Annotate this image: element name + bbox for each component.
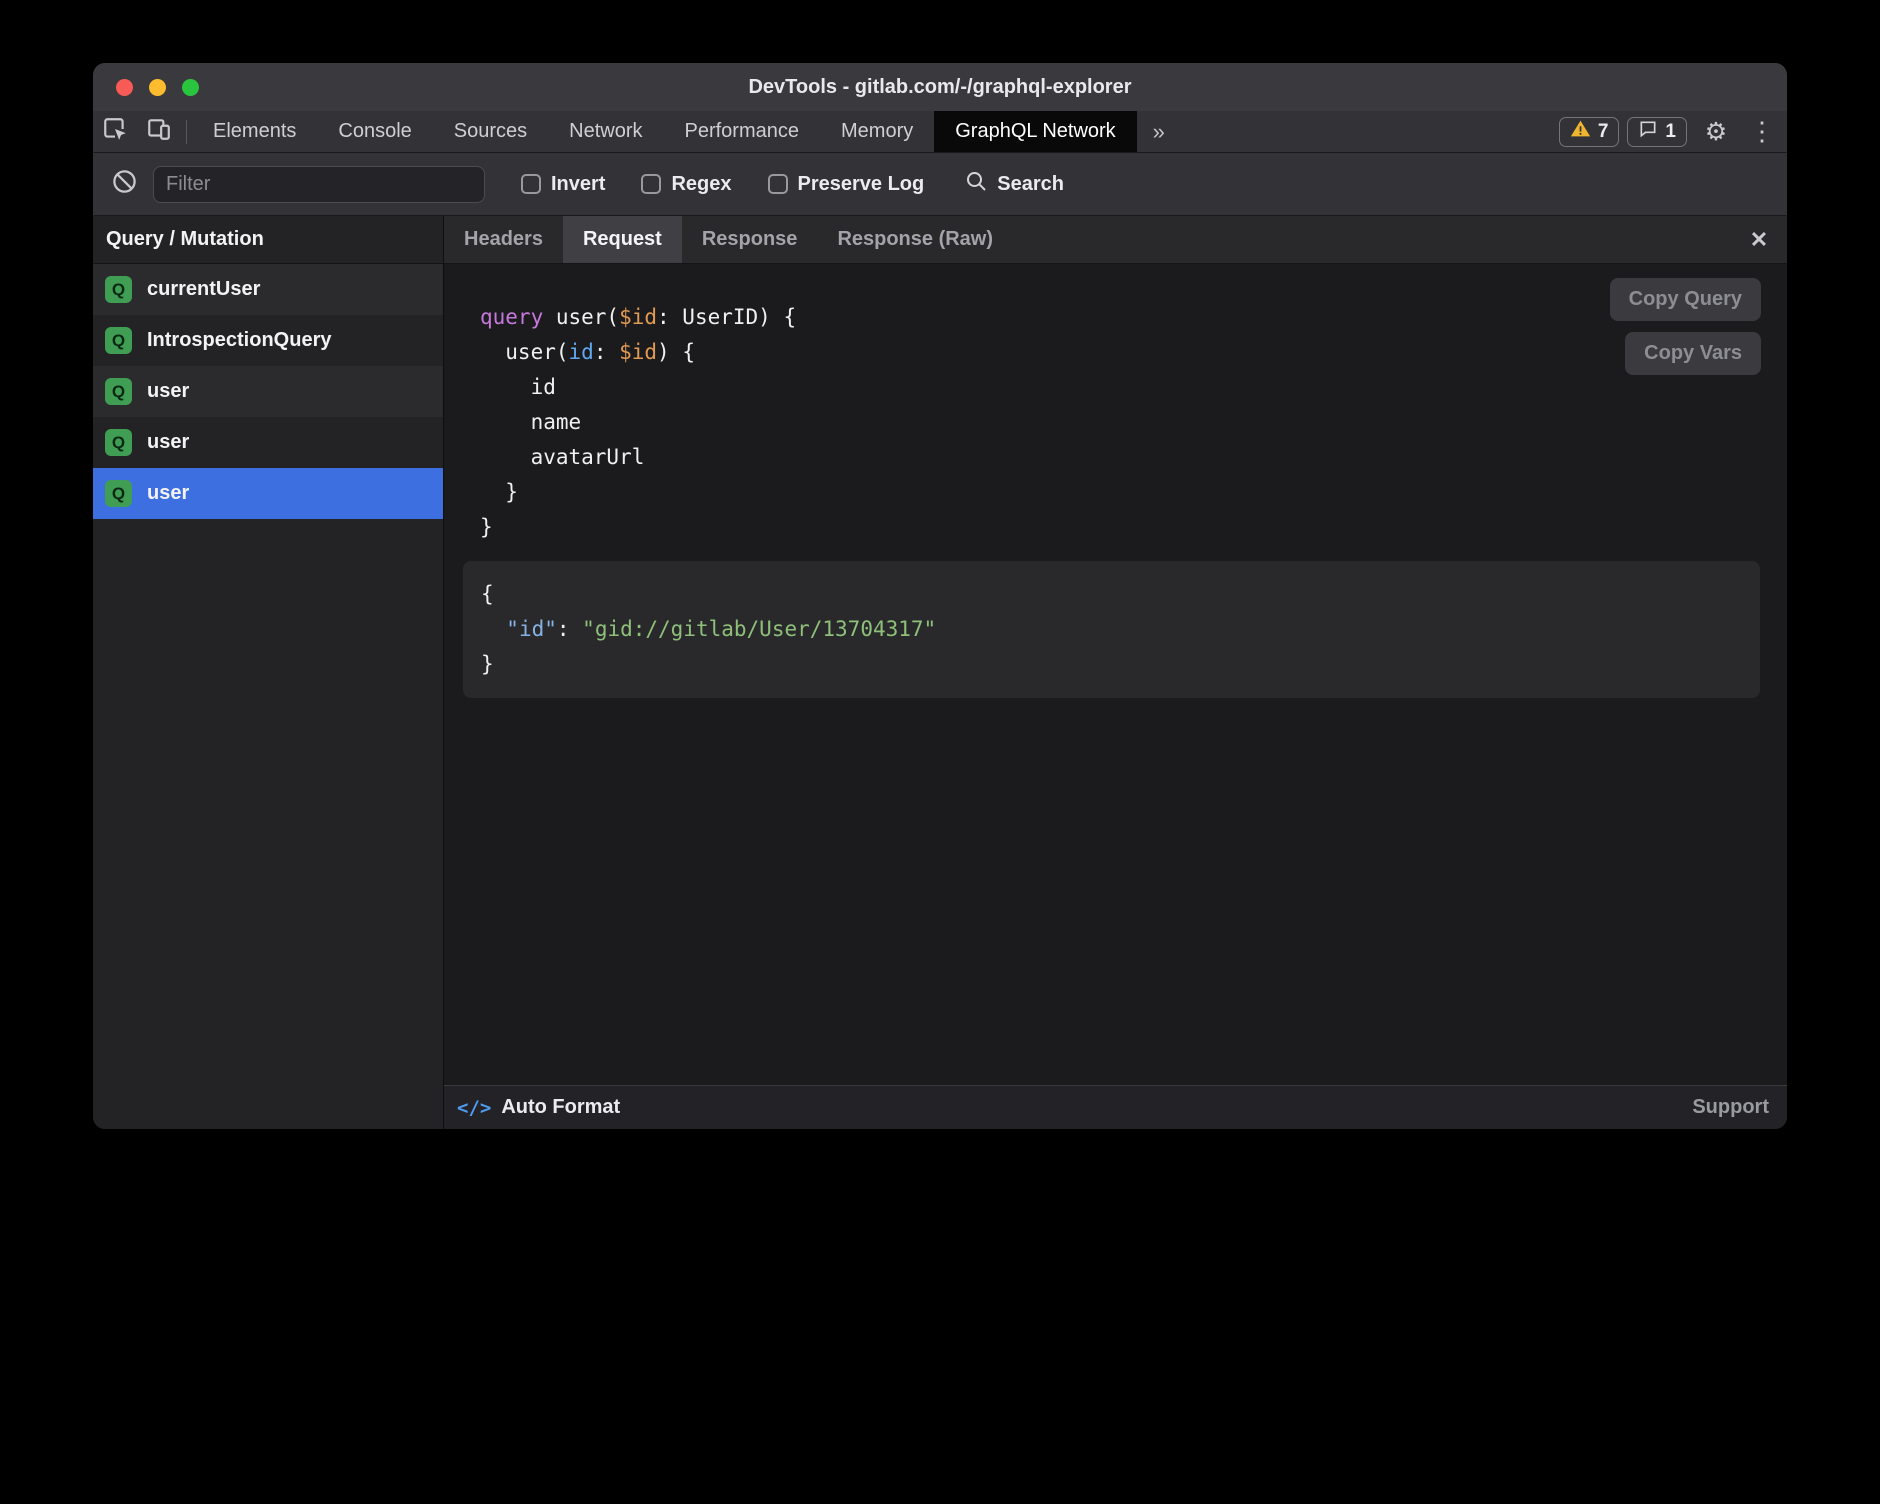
message-count: 1 (1665, 121, 1676, 143)
query-name: currentUser (147, 278, 260, 301)
device-toolbar-icon (146, 116, 172, 148)
detail-panel: HeadersRequestResponseResponse (Raw) ✕ C… (444, 216, 1787, 1129)
support-link[interactable]: Support (1692, 1096, 1769, 1119)
query-type-badge: Q (105, 276, 132, 303)
code-line: id (480, 370, 1760, 405)
query-type-badge: Q (105, 480, 132, 507)
query-type-badge: Q (105, 378, 132, 405)
query-name: user (147, 380, 189, 403)
detail-tab-strip: HeadersRequestResponseResponse (Raw) (444, 216, 1013, 263)
detail-tab-response[interactable]: Response (682, 216, 818, 263)
auto-format-button[interactable]: Auto Format (501, 1096, 620, 1119)
checkbox-box-preserve-log[interactable] (768, 174, 788, 194)
device-toolbar-button[interactable] (137, 111, 181, 152)
window-title: DevTools - gitlab.com/-/graphql-explorer (748, 76, 1131, 99)
query-variables-box: { "id": "gid://gitlab/User/13704317"} (463, 561, 1760, 698)
inspect-cursor-icon (102, 116, 128, 148)
detail-tab-headers[interactable]: Headers (444, 216, 563, 263)
query-name: IntrospectionQuery (147, 329, 331, 352)
query-sidebar: Query / Mutation QcurrentUserQIntrospect… (93, 216, 444, 1129)
list-item-user[interactable]: Quser (93, 417, 443, 468)
menu-button[interactable]: ⋮ (1745, 116, 1779, 147)
content-area: Query / Mutation QcurrentUserQIntrospect… (93, 216, 1787, 1129)
checkbox-box-invert[interactable] (521, 174, 541, 194)
close-window-button[interactable] (116, 79, 133, 96)
warnings-badge[interactable]: 7 (1559, 117, 1620, 147)
code-line: } (480, 510, 1760, 545)
traffic-lights (116, 63, 199, 111)
query-type-badge: Q (105, 327, 132, 354)
checkbox-regex[interactable]: Regex (641, 173, 731, 196)
settings-button[interactable]: ⚙ (1695, 117, 1737, 147)
close-detail-button[interactable]: ✕ (1731, 216, 1787, 263)
more-tabs-button[interactable]: » (1137, 111, 1181, 152)
checkbox-invert[interactable]: Invert (521, 173, 605, 196)
title-bar: DevTools - gitlab.com/-/graphql-explorer (93, 63, 1787, 111)
close-icon: ✕ (1750, 227, 1768, 253)
tab-memory[interactable]: Memory (820, 111, 934, 152)
message-icon (1638, 119, 1658, 145)
list-item-introspectionquery[interactable]: Q IntrospectionQuery (93, 315, 443, 366)
tab-sources[interactable]: Sources (433, 111, 548, 152)
code-line: } (481, 647, 1744, 682)
search-button[interactable]: Search (964, 169, 1064, 199)
code-line: "id": "gid://gitlab/User/13704317" (481, 612, 1744, 647)
warning-count: 7 (1598, 121, 1609, 143)
warning-icon (1570, 118, 1591, 145)
main-tab-strip: ElementsConsoleSourcesNetworkPerformance… (192, 111, 1137, 152)
list-item-user[interactable]: Quser (93, 366, 443, 417)
list-item-user[interactable]: Quser (93, 468, 443, 519)
checkbox-label: Invert (551, 173, 605, 196)
graphql-query-code: query user($id: UserID) { user(id: $id) … (480, 300, 1760, 545)
sidebar-header: Query / Mutation (93, 216, 443, 264)
clear-button[interactable] (109, 168, 139, 200)
detail-footer: </> Auto Format Support (444, 1085, 1787, 1129)
checkbox-label: Regex (671, 173, 731, 196)
filter-toolbar: Invert Regex Preserve Log Search (93, 153, 1787, 216)
main-tab-bar: ElementsConsoleSourcesNetworkPerformance… (93, 111, 1787, 153)
devtools-window: DevTools - gitlab.com/-/graphql-explorer… (93, 63, 1787, 1129)
tab-console[interactable]: Console (317, 111, 432, 152)
list-item-currentuser[interactable]: QcurrentUser (93, 264, 443, 315)
inspect-element-button[interactable] (93, 111, 137, 152)
issues-badge[interactable]: 1 (1627, 117, 1687, 147)
minimize-window-button[interactable] (149, 79, 166, 96)
code-line: { (481, 577, 1744, 612)
code-line: } (480, 475, 1760, 510)
zoom-window-button[interactable] (182, 79, 199, 96)
query-name: user (147, 431, 189, 454)
tab-network[interactable]: Network (548, 111, 663, 152)
filter-options: Invert Regex Preserve Log (485, 173, 924, 196)
checkbox-preserve-log[interactable]: Preserve Log (768, 173, 925, 196)
kebab-menu-icon: ⋮ (1749, 116, 1775, 147)
request-view: Copy Query Copy Vars query user($id: Use… (444, 264, 1787, 1085)
copy-buttons: Copy Query Copy Vars (1610, 278, 1761, 375)
detail-tab-response-raw[interactable]: Response (Raw) (817, 216, 1013, 263)
query-list: QcurrentUserQIntrospectionQueryQuserQuse… (93, 264, 443, 1129)
tab-performance[interactable]: Performance (664, 111, 821, 152)
query-name: user (147, 482, 189, 505)
tab-elements[interactable]: Elements (192, 111, 317, 152)
toolbar-divider (186, 120, 187, 144)
gear-icon: ⚙ (1705, 117, 1727, 147)
code-line: name (480, 405, 1760, 440)
code-icon: </> (457, 1097, 491, 1119)
search-label: Search (997, 173, 1064, 196)
code-line: user(id: $id) { (480, 335, 1760, 370)
detail-tab-bar: HeadersRequestResponseResponse (Raw) ✕ (444, 216, 1787, 264)
copy-vars-button[interactable]: Copy Vars (1625, 332, 1761, 375)
tab-bar-controls: 7 1 ⚙ ⋮ (1559, 111, 1787, 152)
code-line: avatarUrl (480, 440, 1760, 475)
copy-query-button[interactable]: Copy Query (1610, 278, 1761, 321)
tab-graphql-network[interactable]: GraphQL Network (934, 111, 1136, 152)
checkbox-label: Preserve Log (798, 173, 925, 196)
detail-tab-request[interactable]: Request (563, 216, 682, 263)
search-icon (964, 169, 988, 199)
query-type-badge: Q (105, 429, 132, 456)
block-icon (111, 168, 138, 200)
code-line: query user($id: UserID) { (480, 300, 1760, 335)
filter-input[interactable] (153, 166, 485, 203)
checkbox-box-regex[interactable] (641, 174, 661, 194)
